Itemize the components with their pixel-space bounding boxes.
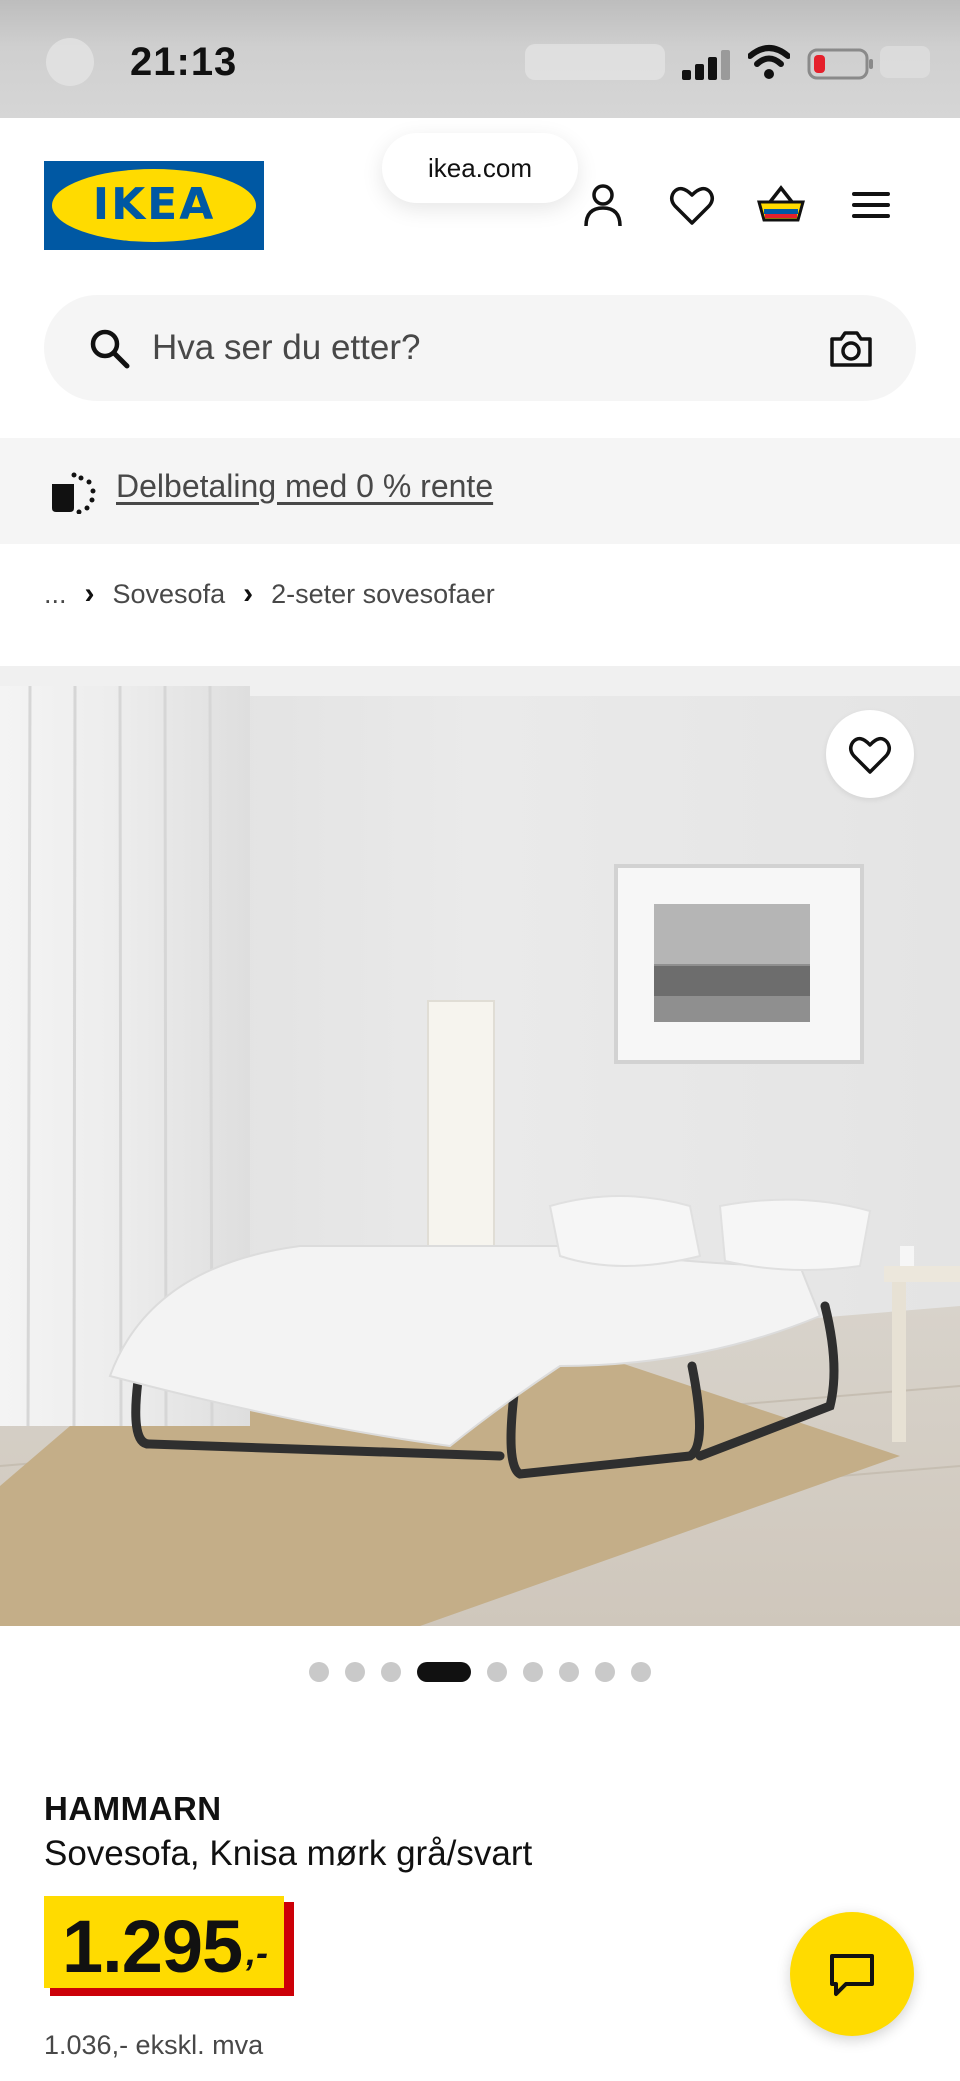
user-icon[interactable] bbox=[578, 180, 628, 230]
search-icon bbox=[90, 329, 130, 369]
chat-icon bbox=[830, 1954, 874, 1996]
url-pill[interactable]: ikea.com bbox=[382, 133, 578, 203]
product-image[interactable] bbox=[0, 666, 960, 1626]
heart-icon bbox=[849, 736, 891, 774]
carousel-dot[interactable] bbox=[631, 1662, 651, 1682]
globe-icon bbox=[46, 38, 94, 86]
chat-button[interactable] bbox=[790, 1912, 914, 2036]
search-bar[interactable] bbox=[44, 295, 916, 401]
breadcrumb-item-sovesofa[interactable]: Sovesofa bbox=[113, 579, 226, 610]
status-blur-area bbox=[880, 46, 930, 78]
product-brand: HAMMARN bbox=[44, 1790, 222, 1827]
breadcrumb-ellipsis[interactable]: ... bbox=[44, 579, 67, 610]
logo-text: IKEA bbox=[92, 179, 216, 230]
basket-icon[interactable] bbox=[756, 180, 806, 230]
price-amount: 1.295 bbox=[62, 1905, 243, 1988]
price-suffix: ,- bbox=[246, 1932, 268, 1973]
carousel-dot[interactable] bbox=[417, 1662, 471, 1682]
battery-icon bbox=[807, 48, 873, 80]
ikea-logo[interactable]: IKEA bbox=[44, 161, 264, 250]
carousel-dot[interactable] bbox=[345, 1662, 365, 1682]
breadcrumb: ... › Sovesofa › 2-seter sovesofaer bbox=[44, 574, 495, 614]
search-input[interactable] bbox=[152, 317, 802, 379]
favorite-button[interactable] bbox=[826, 710, 914, 798]
menu-icon[interactable] bbox=[846, 180, 896, 230]
breadcrumb-item-2-seter[interactable]: 2-seter sovesofaer bbox=[271, 579, 495, 610]
promo-banner: Delbetaling med 0 % rente bbox=[0, 438, 960, 544]
installment-link[interactable]: Delbetaling med 0 % rente bbox=[116, 468, 493, 505]
carousel-dot[interactable] bbox=[523, 1662, 543, 1682]
product-name: Sovesofa, Knisa mørk grå/svart bbox=[44, 1834, 533, 1873]
cellular-signal-icon bbox=[682, 50, 730, 80]
heart-icon[interactable] bbox=[667, 180, 717, 230]
carousel-dot[interactable] bbox=[309, 1662, 329, 1682]
carousel-dots bbox=[0, 1660, 960, 1684]
chevron-right-icon: › bbox=[84, 577, 95, 610]
carousel-dot[interactable] bbox=[595, 1662, 615, 1682]
status-time: 21:13 bbox=[130, 40, 238, 84]
price-ex-vat: 1.036,- ekskl. mva bbox=[44, 2030, 264, 2060]
status-blur-area bbox=[525, 44, 665, 80]
carousel-dot[interactable] bbox=[487, 1662, 507, 1682]
payment-split-icon bbox=[52, 472, 96, 514]
site-header: IKEA ikea.com bbox=[0, 118, 960, 278]
price-tag: 1.295 ,- bbox=[44, 1896, 294, 1996]
chevron-right-icon: › bbox=[243, 577, 254, 610]
status-bar: 21:13 bbox=[0, 0, 960, 118]
product-photo bbox=[0, 666, 960, 1626]
carousel-dot[interactable] bbox=[559, 1662, 579, 1682]
camera-icon[interactable] bbox=[828, 325, 874, 371]
carousel-dot[interactable] bbox=[381, 1662, 401, 1682]
wifi-icon bbox=[748, 45, 790, 79]
